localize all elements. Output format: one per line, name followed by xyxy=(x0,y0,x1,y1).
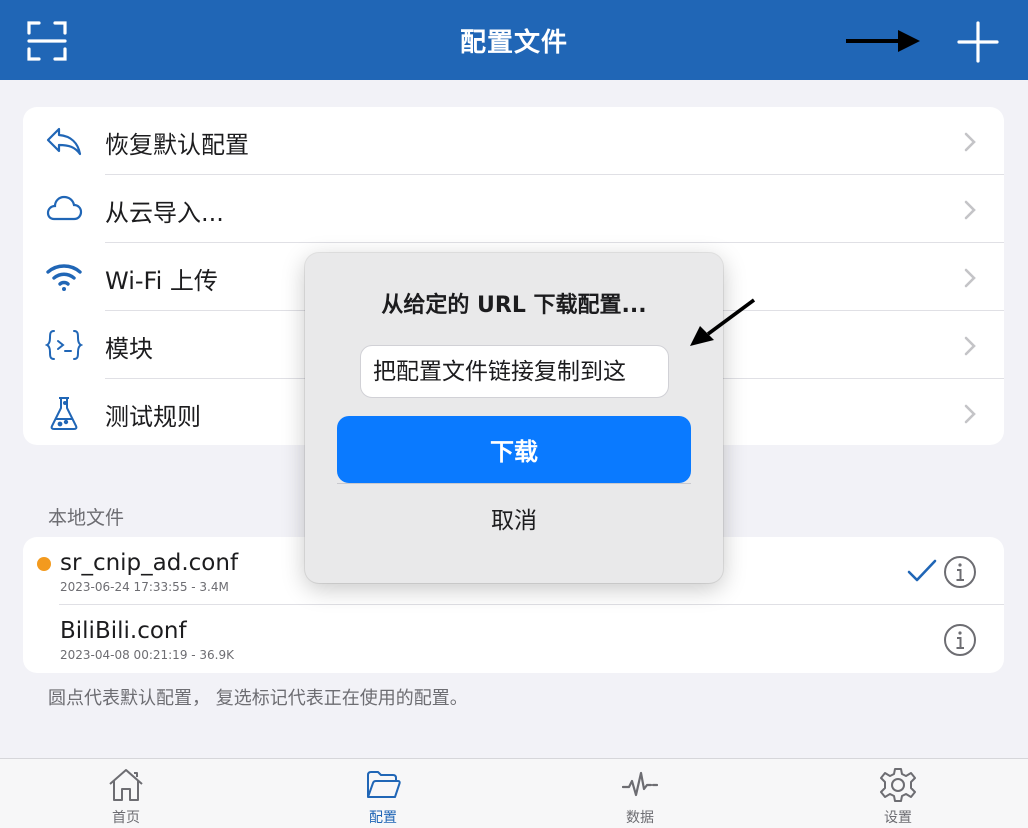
file-row[interactable]: BiliBili.conf 2023-04-08 00:21:19 - 36.9… xyxy=(23,605,1004,673)
menu-item-label: 测试规则 xyxy=(105,403,201,431)
plus-icon xyxy=(957,21,999,63)
tab-label: 配置 xyxy=(369,810,397,826)
undo-arrow-icon xyxy=(46,127,82,156)
add-button[interactable] xyxy=(954,18,1002,66)
divider xyxy=(337,483,691,484)
chevron-right-icon xyxy=(964,268,976,288)
url-input[interactable] xyxy=(360,345,669,398)
cancel-button[interactable]: 取消 xyxy=(337,489,691,547)
tab-data[interactable]: 数据 xyxy=(580,759,700,828)
download-button[interactable]: 下载 xyxy=(337,416,691,483)
folder-icon xyxy=(367,771,401,798)
file-meta: 2023-04-08 00:21:19 - 36.9K xyxy=(60,648,234,662)
cloud-icon xyxy=(46,195,83,221)
chevron-right-icon xyxy=(964,404,976,424)
file-name: BiliBili.conf xyxy=(60,618,187,644)
tab-label: 首页 xyxy=(112,810,140,826)
chevron-right-icon xyxy=(964,132,976,152)
pulse-icon xyxy=(622,771,658,797)
info-icon[interactable] xyxy=(943,555,977,589)
menu-item-label: 模块 xyxy=(105,335,153,363)
file-name: sr_cnip_ad.conf xyxy=(60,550,239,576)
gear-icon xyxy=(880,768,916,802)
tab-settings[interactable]: 设置 xyxy=(838,759,958,828)
tab-label: 数据 xyxy=(626,810,654,826)
menu-item-label: Wi-Fi 上传 xyxy=(105,267,218,295)
tab-label: 设置 xyxy=(884,810,912,826)
home-icon xyxy=(109,769,143,801)
wifi-icon xyxy=(46,264,82,291)
info-icon[interactable] xyxy=(943,623,977,657)
files-footnote: 圆点代表默认配置， 复选标记代表正在使用的配置。 xyxy=(48,688,468,709)
menu-item-import-cloud[interactable]: 从云导入... xyxy=(23,175,1004,243)
chevron-right-icon xyxy=(964,336,976,356)
annotation-arrow-icon xyxy=(690,298,756,346)
annotation-arrow-right-icon xyxy=(846,30,920,52)
nav-header: 配置文件 xyxy=(0,0,1028,80)
checkmark-icon xyxy=(907,559,937,582)
default-dot-icon xyxy=(37,557,51,571)
tab-config[interactable]: 配置 xyxy=(323,759,443,828)
download-url-dialog: 从给定的 URL 下载配置... 下载 取消 xyxy=(305,253,723,583)
dialog-title: 从给定的 URL 下载配置... xyxy=(381,293,647,318)
menu-item-label: 从云导入... xyxy=(105,199,224,227)
menu-item-restore-default[interactable]: 恢复默认配置 xyxy=(23,107,1004,175)
braces-icon xyxy=(45,330,83,360)
file-meta: 2023-06-24 17:33:55 - 3.4M xyxy=(60,580,229,594)
menu-item-label: 恢复默认配置 xyxy=(105,131,249,159)
chevron-right-icon xyxy=(964,200,976,220)
section-title-local-files: 本地文件 xyxy=(48,507,125,529)
flask-icon xyxy=(50,397,78,430)
tab-home[interactable]: 首页 xyxy=(66,759,186,828)
tab-bar: 首页 配置 数据 设置 xyxy=(0,758,1028,828)
